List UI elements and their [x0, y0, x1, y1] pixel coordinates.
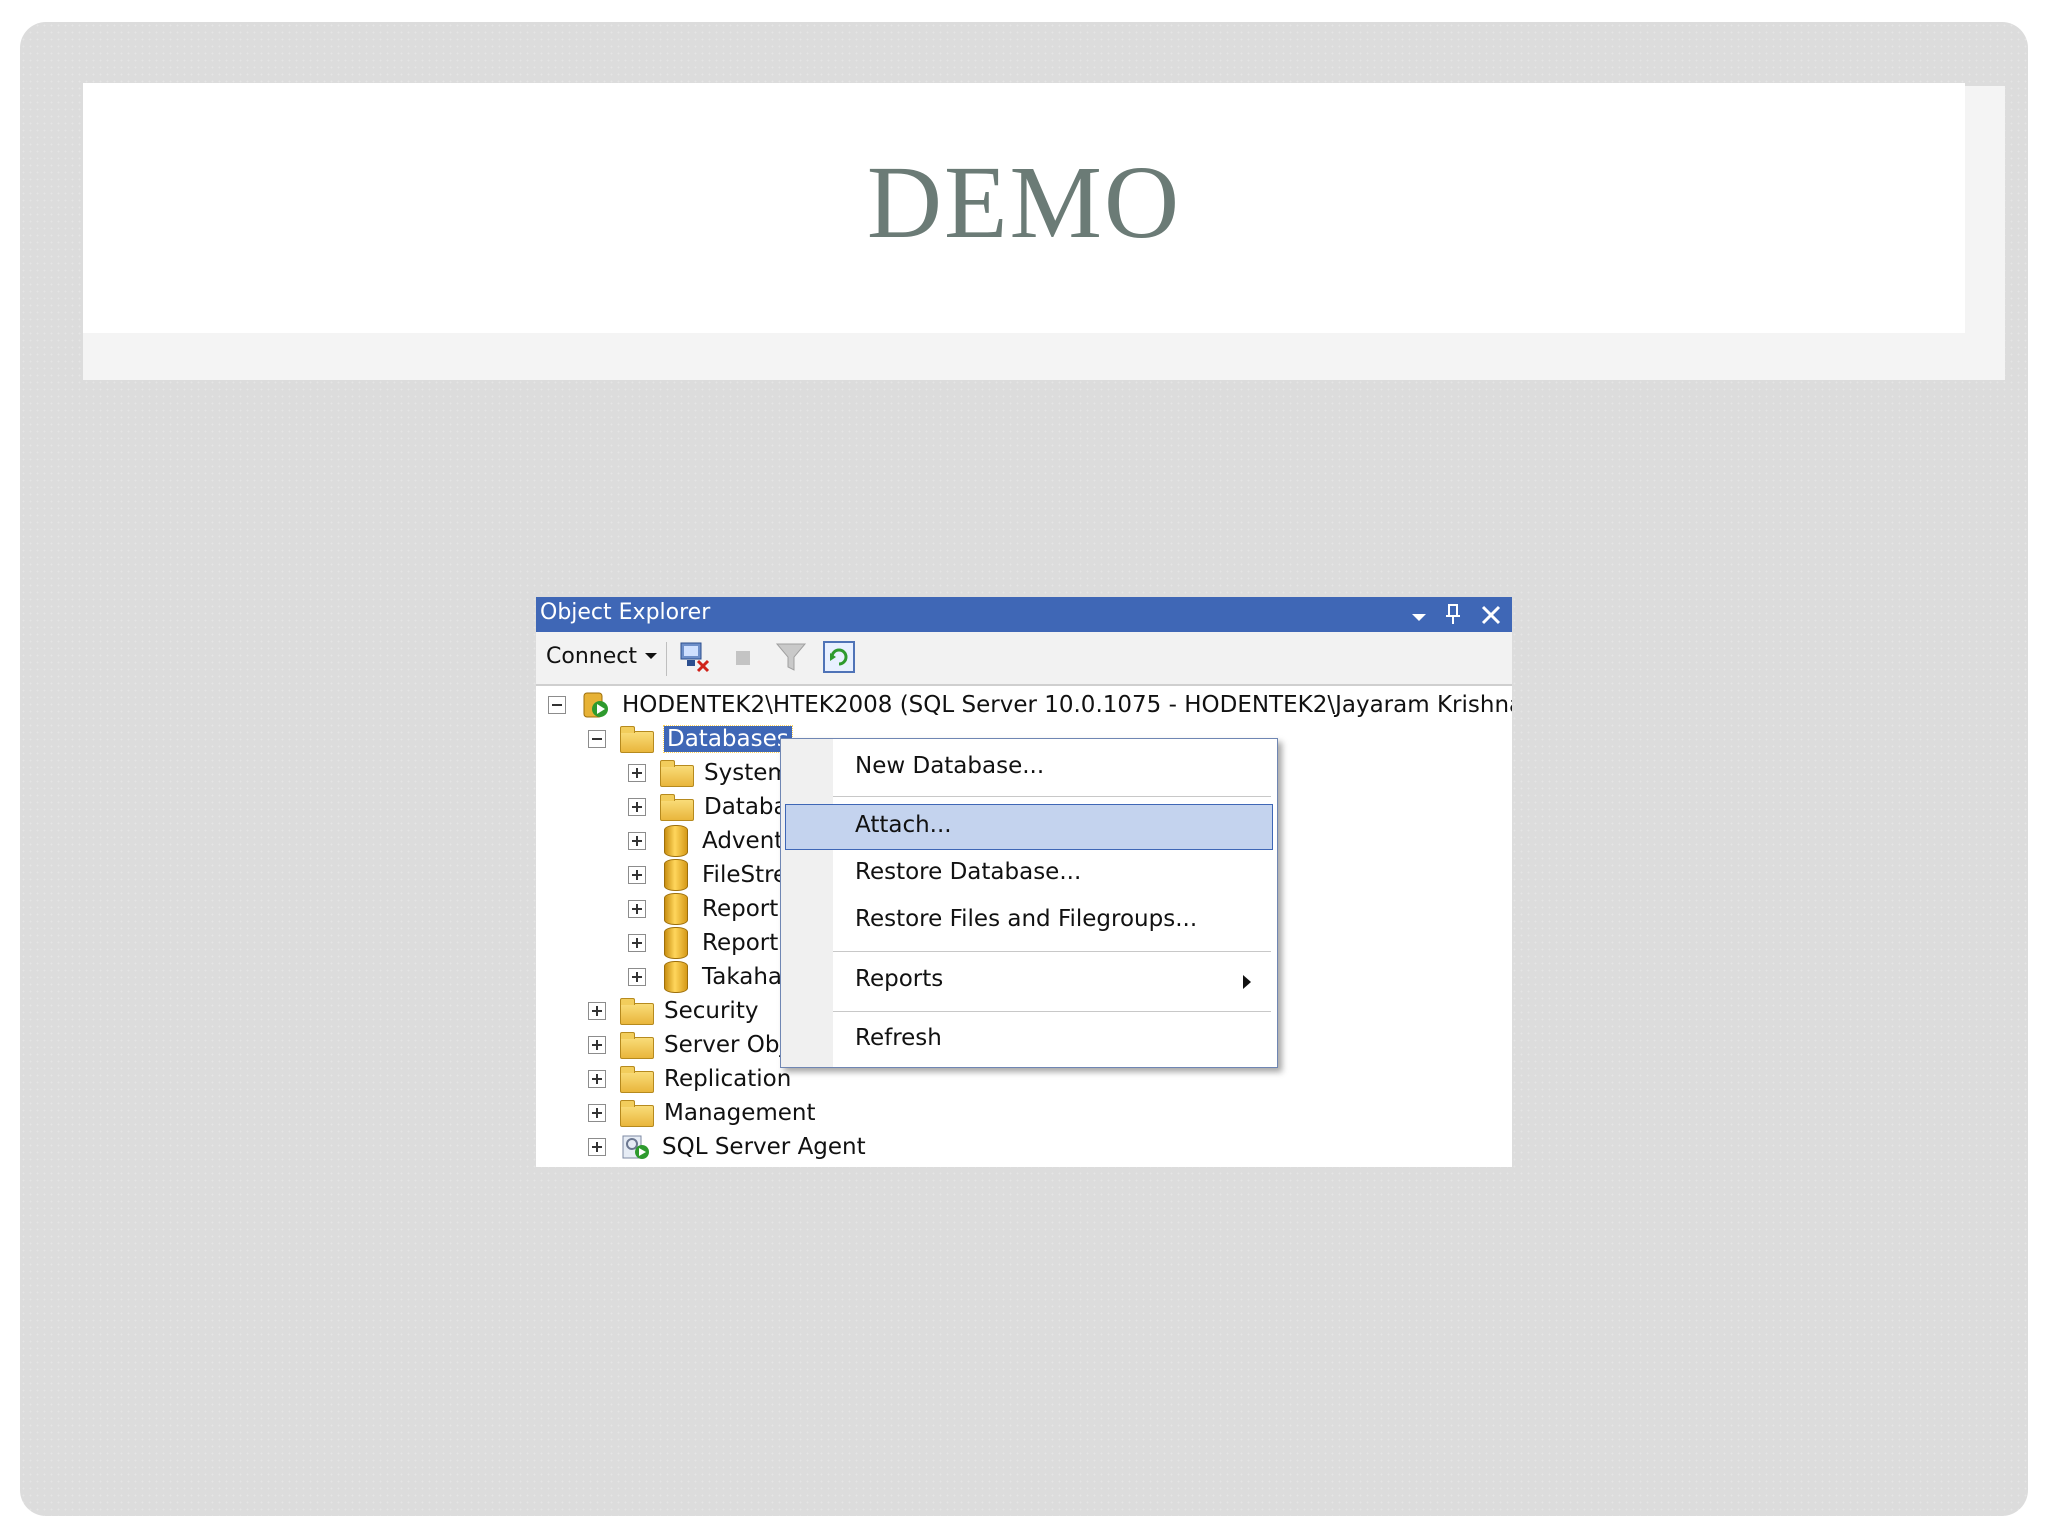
- window-title-bar: Object Explorer: [536, 597, 1512, 632]
- database-icon: [664, 927, 688, 959]
- tree-node-databases[interactable]: Databases: [588, 722, 793, 756]
- tree-label: Replication: [664, 1066, 792, 1092]
- tree-node-system[interactable]: System: [628, 756, 790, 790]
- tree-label: Server Obj: [664, 1032, 786, 1058]
- tree-node-server[interactable]: HODENTEK2\HTEK2008 (SQL Server 10.0.1075…: [548, 688, 1512, 722]
- slide-title: DEMO: [866, 144, 1182, 260]
- expand-toggle[interactable]: [628, 968, 646, 986]
- tree-label: Advent: [702, 828, 784, 854]
- database-icon: [664, 893, 688, 925]
- databases-label: Databases: [663, 725, 793, 753]
- expand-toggle[interactable]: [588, 1070, 606, 1088]
- tree-node-security[interactable]: Security: [588, 994, 758, 1028]
- expand-toggle[interactable]: [628, 866, 646, 884]
- title-box: DEMO: [83, 83, 1965, 333]
- tree-node-sql-server-agent[interactable]: SQL Server Agent: [588, 1130, 866, 1164]
- tree-node-database[interactable]: Takaha: [628, 960, 782, 994]
- tree-label: FileStre: [702, 862, 788, 888]
- expand-toggle[interactable]: [628, 798, 646, 816]
- server-icon: [583, 692, 608, 718]
- submenu-arrow-icon: [1243, 975, 1251, 989]
- tree-label: Report: [702, 930, 779, 956]
- menu-item-attach[interactable]: Attach...: [855, 812, 952, 838]
- toolbar-separator: [666, 642, 667, 676]
- menu-item-new-database[interactable]: New Database...: [855, 753, 1044, 779]
- folder-icon: [660, 760, 694, 787]
- tree-node-database[interactable]: FileStre: [628, 858, 787, 892]
- database-icon: [664, 961, 688, 993]
- tree-node-database[interactable]: Report: [628, 892, 778, 926]
- menu-item-restore-files[interactable]: Restore Files and Filegroups...: [855, 906, 1197, 932]
- expand-toggle[interactable]: [588, 1138, 606, 1156]
- expand-toggle[interactable]: [588, 1036, 606, 1054]
- server-label: HODENTEK2\HTEK2008 (SQL Server 10.0.1075…: [622, 692, 1512, 718]
- menu-item-refresh[interactable]: Refresh: [855, 1025, 942, 1051]
- expand-toggle[interactable]: [588, 1002, 606, 1020]
- collapse-toggle[interactable]: [588, 730, 606, 748]
- folder-icon: [620, 998, 654, 1025]
- tree-label: Security: [664, 998, 759, 1024]
- tree-node-database[interactable]: Advent: [628, 824, 783, 858]
- expand-toggle[interactable]: [628, 934, 646, 952]
- chevron-down-icon: [644, 653, 657, 659]
- filter-icon[interactable]: [774, 640, 808, 674]
- expand-toggle[interactable]: [628, 764, 646, 782]
- refresh-icon[interactable]: [822, 640, 856, 674]
- expand-toggle[interactable]: [628, 900, 646, 918]
- folder-icon: [620, 1032, 654, 1059]
- dropdown-arrow-icon[interactable]: [1410, 602, 1428, 632]
- tree-label: Management: [664, 1100, 816, 1126]
- tree-label: Takaha: [702, 964, 783, 990]
- close-icon[interactable]: [1480, 602, 1502, 632]
- database-icon: [664, 825, 688, 857]
- menu-item-reports[interactable]: Reports: [855, 966, 943, 992]
- tree-node-database[interactable]: Report: [628, 926, 778, 960]
- menu-separator: [833, 1011, 1271, 1012]
- tree-node-snapshots[interactable]: Databa: [628, 790, 788, 824]
- toolbar: Connect: [536, 632, 1512, 686]
- tree-label: Report: [702, 896, 779, 922]
- folder-icon: [660, 794, 694, 821]
- tree-node-server-objects[interactable]: Server Obj: [588, 1028, 786, 1062]
- stop-icon[interactable]: [726, 640, 760, 674]
- menu-item-restore-database[interactable]: Restore Database...: [855, 859, 1081, 885]
- database-icon: [664, 859, 688, 891]
- expand-toggle[interactable]: [588, 1104, 606, 1122]
- folder-icon: [620, 1100, 654, 1127]
- pin-icon[interactable]: [1444, 602, 1462, 632]
- agent-icon: [622, 1135, 649, 1159]
- collapse-toggle[interactable]: [548, 696, 566, 714]
- menu-separator: [833, 951, 1271, 952]
- folder-icon: [620, 726, 654, 753]
- tree-label: Databa: [704, 794, 788, 820]
- menu-gutter: [781, 739, 833, 1067]
- connect-button[interactable]: Connect: [546, 644, 658, 669]
- tree-node-management[interactable]: Management: [588, 1096, 816, 1130]
- tree-label: SQL Server Agent: [662, 1134, 866, 1160]
- connect-label: Connect: [546, 644, 637, 669]
- tree-label: System: [704, 760, 790, 786]
- connect-server-icon[interactable]: [678, 640, 712, 674]
- context-menu: New Database... Attach... Restore Databa…: [780, 738, 1278, 1068]
- expand-toggle[interactable]: [628, 832, 646, 850]
- folder-icon: [620, 1066, 654, 1093]
- menu-separator: [833, 796, 1271, 797]
- window-title: Object Explorer: [540, 600, 711, 625]
- tree-node-replication[interactable]: Replication: [588, 1062, 791, 1096]
